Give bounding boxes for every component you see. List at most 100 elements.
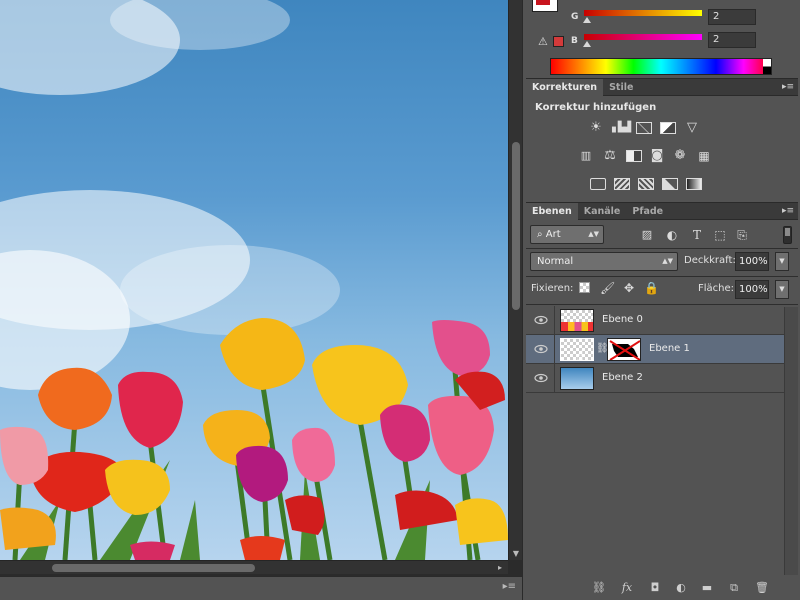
lock-transparency-icon[interactable] xyxy=(579,282,590,293)
exposure-icon[interactable] xyxy=(660,122,676,134)
layers-tabbar: Ebenen Kanäle Pfade ▸≡ xyxy=(526,203,798,220)
color-panel: G 2 ⚠ B 2 xyxy=(526,0,798,76)
layers-scrollbar[interactable] xyxy=(784,307,798,575)
layers-panel: Ebenen Kanäle Pfade ▸≡ ⌕ Art ▲▼ ▨ ◐ T ⬚ ⎘ … xyxy=(526,202,798,575)
opacity-dropdown-icon[interactable]: ▼ xyxy=(775,252,789,271)
layer-row-ebene-2[interactable]: Ebene 2 xyxy=(526,364,784,393)
document-canvas-area: ▼ ▸ ▸≡ xyxy=(0,0,522,600)
scroll-down-arrow-icon[interactable]: ▼ xyxy=(512,550,520,558)
tab-stile[interactable]: Stile xyxy=(603,79,639,96)
foreground-color-swatch[interactable] xyxy=(535,0,551,6)
black-white-icon[interactable] xyxy=(626,150,642,162)
horizontal-scroll-thumb[interactable] xyxy=(52,564,255,572)
tab-pfade[interactable]: Pfade xyxy=(626,203,669,220)
new-layer-icon[interactable]: ⧉ xyxy=(727,581,741,595)
gradient-map-icon[interactable] xyxy=(686,178,702,190)
channel-g-handle[interactable] xyxy=(583,17,591,23)
visibility-eye-icon[interactable] xyxy=(534,315,548,325)
filter-type-icon[interactable]: T xyxy=(690,228,704,242)
layer-mask-thumbnail[interactable] xyxy=(607,338,641,361)
invert-icon[interactable] xyxy=(590,178,606,190)
layer-filter-value: Art xyxy=(545,229,561,240)
adjustments-title: Korrektur hinzufügen xyxy=(535,102,657,113)
curves-icon[interactable] xyxy=(636,122,652,134)
channel-b-handle[interactable] xyxy=(583,41,591,47)
layer-style-fx-icon[interactable]: fx xyxy=(620,581,634,595)
filter-pixel-icon[interactable]: ▨ xyxy=(640,228,654,242)
filter-smart-object-icon[interactable]: ⎘ xyxy=(735,228,749,242)
panel-menu-icon[interactable]: ▸≡ xyxy=(782,203,794,220)
threshold-icon[interactable] xyxy=(638,178,654,190)
channel-b-label: B xyxy=(571,36,578,46)
scroll-right-arrow-icon[interactable]: ▸ xyxy=(498,563,506,573)
fill-input[interactable]: 100% xyxy=(735,280,769,299)
lock-label: Fixieren: xyxy=(531,283,574,294)
posterize-icon[interactable] xyxy=(614,178,630,190)
lock-row: Fixieren: 🖌 ✥ 🔒 Fläche: 100% ▼ xyxy=(526,278,798,304)
layer-name[interactable]: Ebene 2 xyxy=(602,372,643,383)
fill-dropdown-icon[interactable]: ▼ xyxy=(775,280,789,299)
channel-b-value[interactable]: 2 xyxy=(708,32,756,48)
blend-row: Normal ▲▼ Deckkraft: 100% ▼ xyxy=(526,250,798,276)
tab-korrekturen[interactable]: Korrekturen xyxy=(526,79,604,96)
filter-adjustment-icon[interactable]: ◐ xyxy=(665,228,679,242)
layer-row-ebene-1[interactable]: ☝ ⛓ Ebene 1 xyxy=(526,335,784,364)
lock-all-icon[interactable]: 🔒 xyxy=(644,281,659,295)
layer-filter-row: ⌕ Art ▲▼ ▨ ◐ T ⬚ ⎘ xyxy=(526,222,798,248)
gamut-color-swatch[interactable] xyxy=(553,36,564,47)
color-lookup-icon[interactable]: ▦ xyxy=(696,149,712,163)
lock-position-icon[interactable]: ✥ xyxy=(622,281,636,295)
search-icon: ⌕ xyxy=(537,229,546,240)
updown-icon: ▲▼ xyxy=(662,257,673,265)
lock-paint-brush-icon[interactable]: 🖌 xyxy=(600,281,615,295)
visibility-eye-icon[interactable] xyxy=(534,344,548,354)
hue-saturation-icon[interactable]: ▥ xyxy=(578,149,594,163)
color-spectrum-bar[interactable] xyxy=(550,58,772,75)
vertical-scroll-thumb[interactable] xyxy=(512,142,520,310)
blend-mode-dropdown[interactable]: Normal ▲▼ xyxy=(530,252,678,271)
layer-name[interactable]: Ebene 0 xyxy=(602,314,643,325)
photo-filter-icon[interactable]: ◙ xyxy=(649,149,665,163)
channel-b-slider[interactable] xyxy=(584,34,702,40)
black-white-swatches[interactable] xyxy=(763,59,771,74)
channel-g-label: G xyxy=(571,12,579,22)
status-menu-icon[interactable]: ▸≡ xyxy=(503,581,516,592)
add-mask-icon[interactable]: ◘ xyxy=(648,581,662,595)
fill-label: Fläche: xyxy=(698,283,735,294)
blend-mode-value: Normal xyxy=(537,256,574,267)
new-group-folder-icon[interactable]: ▬ xyxy=(700,581,714,595)
updown-icon: ▲▼ xyxy=(588,230,599,238)
opacity-input[interactable]: 100% xyxy=(735,252,769,271)
channel-mixer-icon[interactable]: ❁ xyxy=(672,149,688,163)
layers-footer: ⛓ fx ◘ ◐ ▬ ⧉ 🗑 xyxy=(526,576,798,600)
layer-thumbnail xyxy=(560,367,594,390)
filter-toggle-switch[interactable] xyxy=(783,226,792,244)
delete-layer-trash-icon[interactable]: 🗑 xyxy=(755,581,769,595)
channel-g-value[interactable]: 2 xyxy=(708,9,756,25)
layer-filter-dropdown[interactable]: ⌕ Art ▲▼ xyxy=(530,225,604,244)
panels-dock: G 2 ⚠ B 2 Korrekturen Stile ▸≡ Korrektur … xyxy=(522,0,800,600)
vibrance-icon[interactable]: ▽ xyxy=(684,121,700,135)
tab-ebenen[interactable]: Ebenen xyxy=(526,203,578,220)
canvas-vertical-scrollbar[interactable]: ▼ xyxy=(508,0,522,560)
warning-icon: ⚠ xyxy=(538,35,548,48)
layer-row-ebene-0[interactable]: Ebene 0 xyxy=(526,306,784,335)
visibility-eye-icon[interactable] xyxy=(534,373,548,383)
new-adjustment-layer-icon[interactable]: ◐ xyxy=(674,581,688,595)
levels-icon[interactable]: ▖▙▟ xyxy=(612,121,631,135)
color-balance-icon[interactable]: ⚖ xyxy=(602,149,618,163)
tab-kanaele[interactable]: Kanäle xyxy=(578,203,627,220)
selective-color-icon[interactable] xyxy=(662,178,678,190)
brightness-contrast-icon[interactable]: ☀ xyxy=(588,121,604,135)
filter-shape-icon[interactable]: ⬚ xyxy=(713,228,727,242)
image-canvas[interactable] xyxy=(0,0,508,560)
layer-thumbnail xyxy=(560,309,594,332)
layer-name[interactable]: Ebene 1 xyxy=(649,343,690,354)
panel-menu-icon[interactable]: ▸≡ xyxy=(782,79,794,96)
link-layers-icon[interactable]: ⛓ xyxy=(592,581,606,595)
canvas-horizontal-scrollbar[interactable]: ▸ xyxy=(0,560,508,574)
tulip-photo xyxy=(0,0,508,560)
hand-cursor-icon: ☝ xyxy=(576,349,584,364)
channel-g-slider[interactable] xyxy=(584,10,702,16)
opacity-label: Deckkraft: xyxy=(684,255,736,266)
